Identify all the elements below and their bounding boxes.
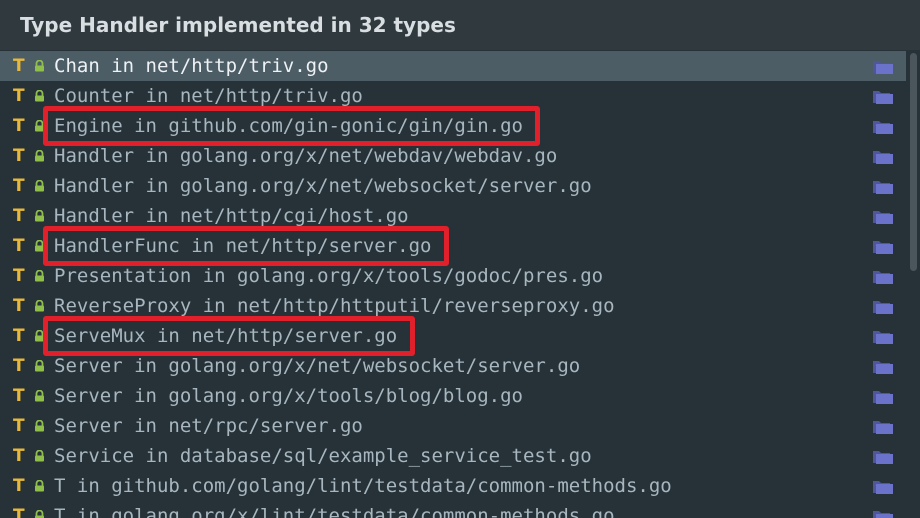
folder-icon (873, 241, 893, 254)
implementations-list: T Chan in net/http/triv.go T Counter in … (0, 51, 906, 518)
popup-header: Type Handler implemented in 32 types (0, 0, 920, 50)
item-label: Handler in golang.org/x/net/websocket/se… (54, 175, 592, 197)
lock-icon (35, 480, 44, 492)
list-item-9[interactable]: T ServeMux in net/http/server.go (0, 321, 906, 351)
type-kind-icon: T (13, 146, 25, 166)
type-kind-icon: T (13, 506, 25, 518)
lock-icon (35, 390, 44, 402)
list-item-2[interactable]: T Engine in github.com/gin-gonic/gin/gin… (0, 111, 906, 141)
type-kind-icon: T (13, 266, 25, 286)
list-item-10[interactable]: T Server in golang.org/x/net/websocket/s… (0, 351, 906, 381)
lock-icon (35, 330, 44, 342)
item-label: Server in golang.org/x/tools/blog/blog.g… (54, 385, 523, 407)
folder-icon (873, 421, 893, 434)
item-label: Engine in github.com/gin-gonic/gin/gin.g… (54, 115, 523, 137)
item-label: Handler in golang.org/x/net/webdav/webda… (54, 145, 558, 167)
lock-icon (35, 150, 44, 162)
item-label: ReverseProxy in net/http/httputil/revers… (54, 295, 615, 317)
lock-icon (35, 300, 44, 312)
folder-icon (873, 211, 893, 224)
lock-icon (35, 90, 44, 102)
lock-icon (35, 270, 44, 282)
folder-icon (873, 121, 893, 134)
type-kind-icon: T (13, 206, 25, 226)
item-label: Presentation in golang.org/x/tools/godoc… (54, 265, 604, 287)
item-label: Server in net/rpc/server.go (54, 415, 363, 437)
item-label: Counter in net/http/triv.go (54, 85, 363, 107)
lock-icon (35, 360, 44, 372)
popup-title: Type Handler implemented in 32 types (20, 13, 456, 37)
item-label: Server in golang.org/x/net/websocket/ser… (54, 355, 581, 377)
list-item-0[interactable]: T Chan in net/http/triv.go (0, 51, 906, 81)
list-item-15[interactable]: T T in golang.org/x/lint/testdata/common… (0, 501, 906, 518)
type-kind-icon: T (13, 446, 25, 466)
lock-icon (35, 240, 44, 252)
item-label: T in golang.org/x/lint/testdata/common-m… (54, 505, 615, 518)
list-item-8[interactable]: T ReverseProxy in net/http/httputil/reve… (0, 291, 906, 321)
lock-icon (35, 180, 44, 192)
item-label: T in github.com/golang/lint/testdata/com… (54, 475, 672, 497)
folder-icon (873, 331, 893, 344)
lock-icon (35, 450, 44, 462)
lock-icon (35, 210, 44, 222)
type-kind-icon: T (13, 476, 25, 496)
implementations-popup: Type Handler implemented in 32 types T C… (0, 0, 920, 518)
type-kind-icon: T (13, 416, 25, 436)
item-label: Chan in net/http/triv.go (54, 55, 329, 77)
folder-icon (873, 181, 893, 194)
list-item-7[interactable]: T Presentation in golang.org/x/tools/god… (0, 261, 906, 291)
list-item-13[interactable]: T Service in database/sql/example_servic… (0, 441, 906, 471)
folder-icon (873, 481, 893, 494)
type-kind-icon: T (13, 356, 25, 376)
item-label: ServeMux in net/http/server.go (54, 325, 398, 347)
list-item-14[interactable]: T T in github.com/golang/lint/testdata/c… (0, 471, 906, 501)
folder-icon (873, 511, 893, 518)
list-item-3[interactable]: T Handler in golang.org/x/net/webdav/web… (0, 141, 906, 171)
list-item-4[interactable]: T Handler in golang.org/x/net/websocket/… (0, 171, 906, 201)
list-item-1[interactable]: T Counter in net/http/triv.go (0, 81, 906, 111)
lock-icon (35, 420, 44, 432)
list-item-11[interactable]: T Server in golang.org/x/tools/blog/blog… (0, 381, 906, 411)
type-kind-icon: T (13, 86, 25, 106)
type-kind-icon: T (13, 56, 25, 76)
lock-icon (35, 60, 44, 72)
item-label: Handler in net/http/cgi/host.go (54, 205, 409, 227)
folder-icon (873, 451, 893, 464)
list-item-6[interactable]: T HandlerFunc in net/http/server.go (0, 231, 906, 261)
scrollbar-thumb[interactable] (910, 53, 917, 271)
type-kind-icon: T (13, 236, 25, 256)
item-label: HandlerFunc in net/http/server.go (54, 235, 432, 257)
type-kind-icon: T (13, 326, 25, 346)
folder-icon (873, 61, 893, 74)
folder-icon (873, 271, 893, 284)
type-kind-icon: T (13, 176, 25, 196)
lock-icon (35, 510, 44, 518)
type-kind-icon: T (13, 116, 25, 136)
folder-icon (873, 91, 893, 104)
folder-icon (873, 151, 893, 164)
list-item-5[interactable]: T Handler in net/http/cgi/host.go (0, 201, 906, 231)
item-label: Service in database/sql/example_service_… (54, 445, 592, 467)
folder-icon (873, 301, 893, 314)
list-item-12[interactable]: T Server in net/rpc/server.go (0, 411, 906, 441)
type-kind-icon: T (13, 296, 25, 316)
lock-icon (35, 120, 44, 132)
type-kind-icon: T (13, 386, 25, 406)
folder-icon (873, 391, 893, 404)
folder-icon (873, 361, 893, 374)
